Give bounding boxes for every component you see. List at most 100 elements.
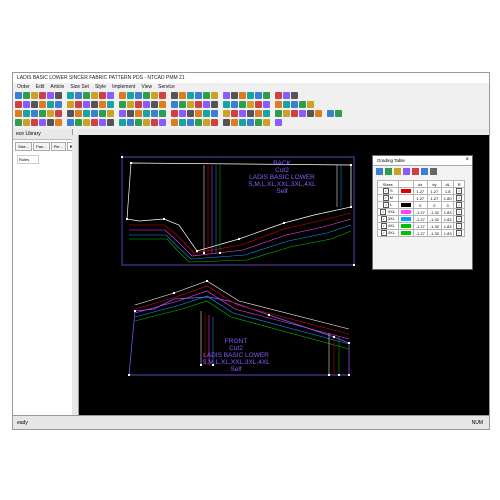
toolbar-tool-icon[interactable]: [67, 119, 74, 126]
r-checkbox[interactable]: ✓: [456, 223, 463, 229]
dl-cell[interactable]: 1.8: [440, 187, 455, 195]
r-checkbox[interactable]: ✓: [456, 209, 463, 215]
grading-row[interactable]: ✓ L 0 0 0 ✓: [377, 201, 465, 209]
menu-article[interactable]: Article: [50, 83, 64, 91]
toolbar-tool-icon[interactable]: [247, 110, 254, 117]
toolbar-tool-icon[interactable]: [99, 110, 106, 117]
dl-cell[interactable]: 1.80: [440, 194, 455, 202]
r-checkbox[interactable]: ✓: [456, 202, 463, 208]
toolbar-tool-icon[interactable]: [315, 110, 322, 117]
toolbar-tool-icon[interactable]: [99, 119, 106, 126]
toolbar-tool-icon[interactable]: [107, 92, 114, 99]
toolbar-tool-icon[interactable]: [127, 92, 134, 99]
dx-cell[interactable]: 0: [412, 201, 428, 209]
toolbar-tool-icon[interactable]: [75, 110, 82, 117]
close-icon[interactable]: ×: [465, 156, 469, 165]
grade-reset-icon[interactable]: [412, 168, 419, 175]
toolbar-tool-icon[interactable]: [151, 101, 158, 108]
grade-point-marker[interactable]: [203, 252, 205, 254]
toolbar-tool-icon[interactable]: [67, 101, 74, 108]
toolbar-tool-icon[interactable]: [47, 101, 54, 108]
toolbar-tool-icon[interactable]: [195, 119, 202, 126]
toolbar-tool-icon[interactable]: [75, 101, 82, 108]
toolbar-tool-icon[interactable]: [327, 110, 334, 117]
dl-cell[interactable]: 1.83: [440, 222, 455, 230]
toolbar-tool-icon[interactable]: [231, 110, 238, 117]
toolbar-tool-icon[interactable]: [47, 110, 54, 117]
grade-point-marker[interactable]: [353, 264, 355, 266]
toolbar-tool-icon[interactable]: [127, 110, 134, 117]
toolbar-tool-icon[interactable]: [239, 101, 246, 108]
toolbar-tool-icon[interactable]: [239, 119, 246, 126]
toolbar-tool-icon[interactable]: [179, 92, 186, 99]
dl-cell[interactable]: 1.83: [440, 229, 455, 237]
toolbar-tool-icon[interactable]: [187, 92, 194, 99]
toolbar-tool-icon[interactable]: [179, 101, 186, 108]
menu-edit[interactable]: Edit: [36, 83, 45, 91]
toolbar-tool-icon[interactable]: [263, 110, 270, 117]
toolbar-tool-icon[interactable]: [135, 92, 142, 99]
toolbar-tool-icon[interactable]: [39, 92, 46, 99]
grading-row[interactable]: ✓ XXL -1.27 -1.32 1.83 ✓: [377, 208, 465, 216]
toolbar-tool-icon[interactable]: [127, 101, 134, 108]
tab-pie[interactable]: Pie...: [50, 142, 66, 151]
toolbar-tool-icon[interactable]: [83, 101, 90, 108]
toolbar-tool-icon[interactable]: [263, 119, 270, 126]
size-cell[interactable]: ✓ XXL: [377, 208, 399, 216]
toolbar-tool-icon[interactable]: [143, 110, 150, 117]
grade-point-marker[interactable]: [350, 164, 352, 166]
dy-cell[interactable]: 0: [426, 201, 442, 209]
toolbar-tool-icon[interactable]: [283, 92, 290, 99]
r-cell[interactable]: ✓: [453, 201, 465, 209]
toolbar-tool-icon[interactable]: [75, 119, 82, 126]
toolbar-tool-icon[interactable]: [247, 101, 254, 108]
menu-view[interactable]: View: [141, 83, 152, 91]
grade-point-marker[interactable]: [163, 218, 165, 220]
toolbar-tool-icon[interactable]: [107, 101, 114, 108]
size-cell[interactable]: ✓ 4XL: [377, 229, 399, 237]
r-checkbox[interactable]: ✓: [456, 216, 463, 222]
toolbar-tool-icon[interactable]: [187, 119, 194, 126]
dy-cell[interactable]: -1.32: [426, 215, 442, 223]
grading-row[interactable]: ✓ 3XL -1.27 -1.32 1.83 ✓: [377, 215, 465, 223]
toolbar-tool-icon[interactable]: [211, 92, 218, 99]
dl-cell[interactable]: 1.83: [440, 208, 455, 216]
menu-style[interactable]: Style: [95, 83, 106, 91]
grade-point-marker[interactable]: [348, 342, 350, 344]
toolbar-tool-icon[interactable]: [275, 110, 282, 117]
menu-order[interactable]: Order: [17, 83, 30, 91]
dy-cell[interactable]: -1.32: [426, 208, 442, 216]
toolbar-tool-icon[interactable]: [31, 119, 38, 126]
toolbar-tool-icon[interactable]: [15, 119, 22, 126]
toolbar-tool-icon[interactable]: [159, 92, 166, 99]
size-checkbox[interactable]: ✓: [383, 202, 390, 208]
toolbar-tool-icon[interactable]: [203, 119, 210, 126]
r-cell[interactable]: ✓: [453, 187, 465, 195]
toolbar-tool-icon[interactable]: [239, 92, 246, 99]
grading-table-window[interactable]: Grading Table × Sizes dx dy dL R ✓ S 1.27…: [372, 155, 473, 270]
grade-point-marker[interactable]: [212, 364, 214, 366]
dx-cell[interactable]: -1.27: [412, 222, 428, 230]
size-checkbox[interactable]: ✓: [382, 188, 389, 194]
toolbar-tool-icon[interactable]: [239, 110, 246, 117]
toolbar-tool-icon[interactable]: [67, 92, 74, 99]
toolbar-tool-icon[interactable]: [91, 101, 98, 108]
toolbar-tool-icon[interactable]: [39, 119, 46, 126]
toolbar-tool-icon[interactable]: [55, 119, 62, 126]
toolbar-tool-icon[interactable]: [275, 101, 282, 108]
r-cell[interactable]: ✓: [453, 229, 465, 237]
dy-cell[interactable]: -1.32: [426, 229, 442, 237]
toolbar-tool-icon[interactable]: [299, 101, 306, 108]
grade-point-marker[interactable]: [338, 374, 340, 376]
menu-service[interactable]: Service: [158, 83, 175, 91]
toolbar-tool-icon[interactable]: [195, 101, 202, 108]
r-checkbox[interactable]: ✓: [456, 195, 463, 201]
toolbar-tool-icon[interactable]: [15, 110, 22, 117]
toolbar-tool-icon[interactable]: [135, 110, 142, 117]
size-cell[interactable]: ✓ L: [377, 201, 399, 209]
toolbar-tool-icon[interactable]: [15, 92, 22, 99]
size-checkbox[interactable]: ✓: [380, 216, 387, 222]
toolbar-tool-icon[interactable]: [171, 101, 178, 108]
grade-point-marker[interactable]: [333, 336, 335, 338]
toolbar-tool-icon[interactable]: [99, 101, 106, 108]
